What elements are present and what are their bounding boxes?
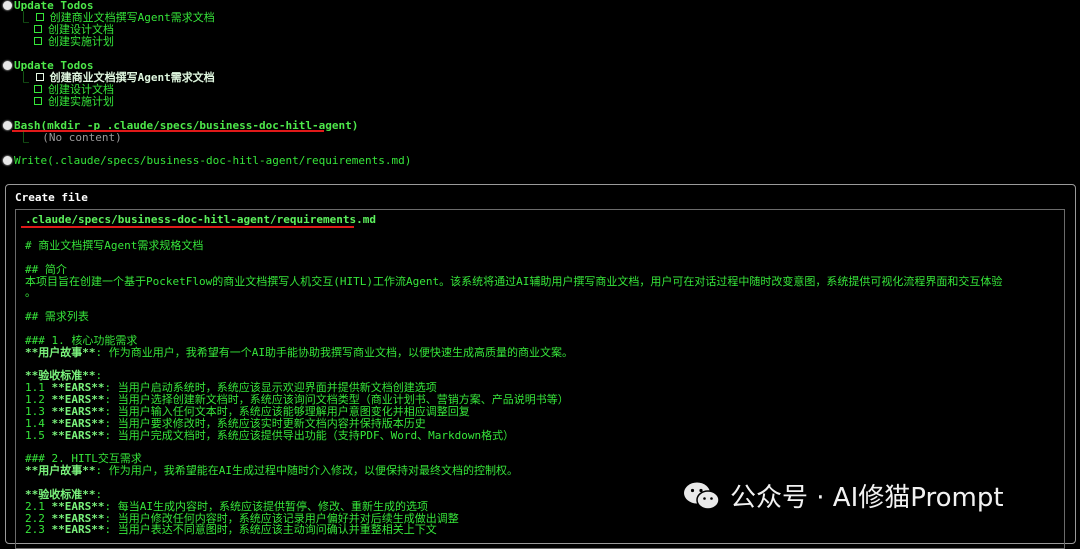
checkbox-icon <box>34 37 42 45</box>
file-line: 本项目旨在创建一个基于PocketFlow的商业文档撰写人机交互(HITL)工作… <box>25 274 1003 288</box>
file-line: ## 需求列表 <box>25 310 89 324</box>
file-line: 2.3 **EARS**: 当用户表达不同意图时，系统应该主动询问确认并重整相关… <box>25 523 437 537</box>
watermark-text: 公众号 · AI修猫Prompt <box>730 483 1004 513</box>
file-line: **用户故事**: 作为商业用户，我希望有一个AI助手能协助我撰写商业文档，以便… <box>25 345 573 359</box>
file-line: # 商业文档撰写Agent需求规格文档 <box>25 239 204 252</box>
highlight-underline <box>21 226 354 228</box>
checkbox-icon <box>34 97 42 105</box>
file-line: 1.5 **EARS**: 当用户完成文档时，系统应该提供导出功能（支持PDF、… <box>25 428 515 442</box>
status-dot <box>3 61 12 70</box>
file-line: 。 <box>25 286 36 300</box>
todo-item: 创建实施计划 <box>34 96 114 108</box>
file-path: .claude/specs/business-doc-hitl-agent/re… <box>25 213 376 226</box>
panel-title: Create file <box>15 191 88 204</box>
write-command: Write(.claude/specs/business-doc-hitl-ag… <box>14 154 412 167</box>
checkbox-icon <box>35 73 44 81</box>
status-dot <box>3 1 12 10</box>
checkbox-icon <box>34 85 42 93</box>
todo-item: 创建实施计划 <box>34 36 114 48</box>
checkbox-icon <box>35 13 44 21</box>
file-line: **用户故事**: 作为用户，我希望能在AI生成过程中随时介入修改，以便保持对最… <box>25 464 518 478</box>
wechat-icon <box>682 481 722 511</box>
watermark: 公众号 · AI修猫Prompt <box>682 477 1004 514</box>
status-dot <box>3 121 12 130</box>
checkbox-icon <box>34 25 42 33</box>
status-dot <box>3 156 12 165</box>
bash-result: ⎿ (No content) <box>18 131 122 144</box>
